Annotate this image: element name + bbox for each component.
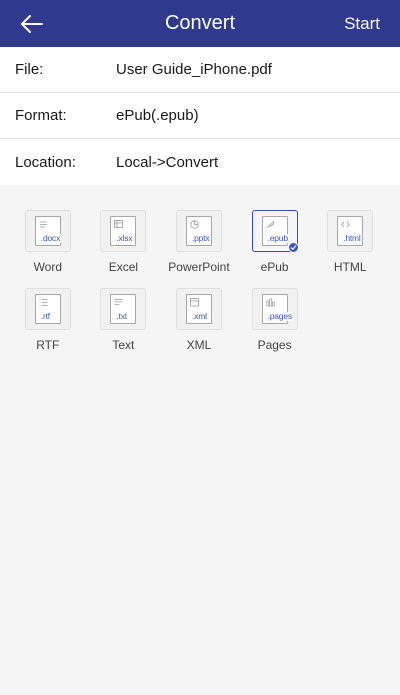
format-option-epub[interactable]: .epub ePub (237, 210, 313, 274)
format-option-rtf[interactable]: .rtf RTF (10, 288, 86, 352)
epub-file-icon: .epub (261, 216, 289, 246)
table-icon (114, 220, 124, 228)
location-row[interactable]: Location: Local->Convert (0, 139, 400, 185)
format-tile: .pages (251, 288, 298, 330)
format-option-html[interactable]: .html HTML (312, 210, 388, 274)
file-extension: .xlsx (115, 233, 134, 243)
file-extension: .pages (266, 311, 293, 321)
format-value: ePub(.epub) (116, 107, 199, 124)
format-option-xml[interactable]: .xml XML (161, 288, 237, 352)
format-option-excel[interactable]: .xlsx Excel (86, 210, 162, 274)
format-tile: .xlsx (100, 210, 147, 252)
feather-icon (266, 220, 274, 229)
rtf-file-icon: .rtf (34, 294, 61, 324)
format-option-word[interactable]: .docx Word (10, 210, 86, 274)
html-file-icon: .html (337, 216, 364, 246)
location-value: Local->Convert (116, 153, 219, 171)
format-option-powerpoint[interactable]: .pptx PowerPoint (161, 210, 237, 274)
format-tile: .xml (175, 288, 222, 330)
selected-check-icon (287, 242, 299, 253)
page-title: Convert (164, 12, 236, 34)
format-tile: .docx (24, 210, 71, 252)
frame-icon (190, 298, 199, 307)
format-label: RTF (36, 338, 60, 352)
format-tile: .html (327, 210, 374, 252)
file-extension: .epub (266, 233, 289, 243)
file-label: File: (15, 61, 44, 78)
file-extension: .docx (39, 233, 62, 243)
format-tile-selected: .epub (251, 210, 299, 253)
app-header: Convert Start (0, 0, 400, 47)
pages-file-icon: .pages (261, 294, 293, 324)
format-label: HTML (333, 260, 367, 274)
xlsx-file-icon: .xlsx (110, 216, 137, 246)
text-lines-icon (39, 221, 47, 228)
format-label: Excel (108, 260, 139, 274)
format-label: Format: (15, 107, 67, 124)
file-extension: .txt (115, 311, 128, 321)
format-row[interactable]: Format: ePub(.epub) (0, 93, 400, 139)
start-button[interactable]: Start (344, 14, 380, 34)
file-value: User Guide_iPhone.pdf (116, 61, 272, 78)
file-extension: .rtf (39, 311, 51, 321)
format-label: Word (33, 260, 63, 274)
back-button[interactable] (18, 10, 46, 38)
file-extension: .xml (190, 311, 208, 321)
chart-icon (266, 298, 275, 307)
list-icon (39, 299, 48, 306)
docx-file-icon: .docx (34, 216, 62, 246)
file-extension: .html (342, 233, 362, 243)
txt-file-icon: .txt (110, 294, 137, 324)
format-option-pages[interactable]: .pages Pages (237, 288, 313, 352)
format-label: Pages (257, 338, 292, 352)
file-extension: .pptx (190, 233, 211, 243)
format-grid: .docx Word .xlsx Excel .pptx PowerPoint (0, 185, 400, 352)
format-label: Text (112, 338, 135, 352)
conversion-info: File: User Guide_iPhone.pdf Format: ePub… (0, 47, 400, 185)
text-block-icon (114, 299, 123, 305)
location-label: Location: (15, 153, 76, 171)
format-tile: .rtf (24, 288, 71, 330)
format-tile: .txt (100, 288, 147, 330)
format-tile: .pptx (175, 210, 222, 252)
back-arrow-icon (21, 14, 43, 33)
file-row: File: User Guide_iPhone.pdf (0, 47, 400, 93)
pptx-file-icon: .pptx (185, 216, 212, 246)
format-label: ePub (260, 260, 289, 274)
pie-icon (190, 220, 199, 229)
format-label: XML (186, 338, 212, 352)
code-icon (341, 221, 350, 228)
format-option-text[interactable]: .txt Text (86, 288, 162, 352)
format-label: PowerPoint (168, 260, 230, 274)
xml-file-icon: .xml (185, 294, 212, 324)
